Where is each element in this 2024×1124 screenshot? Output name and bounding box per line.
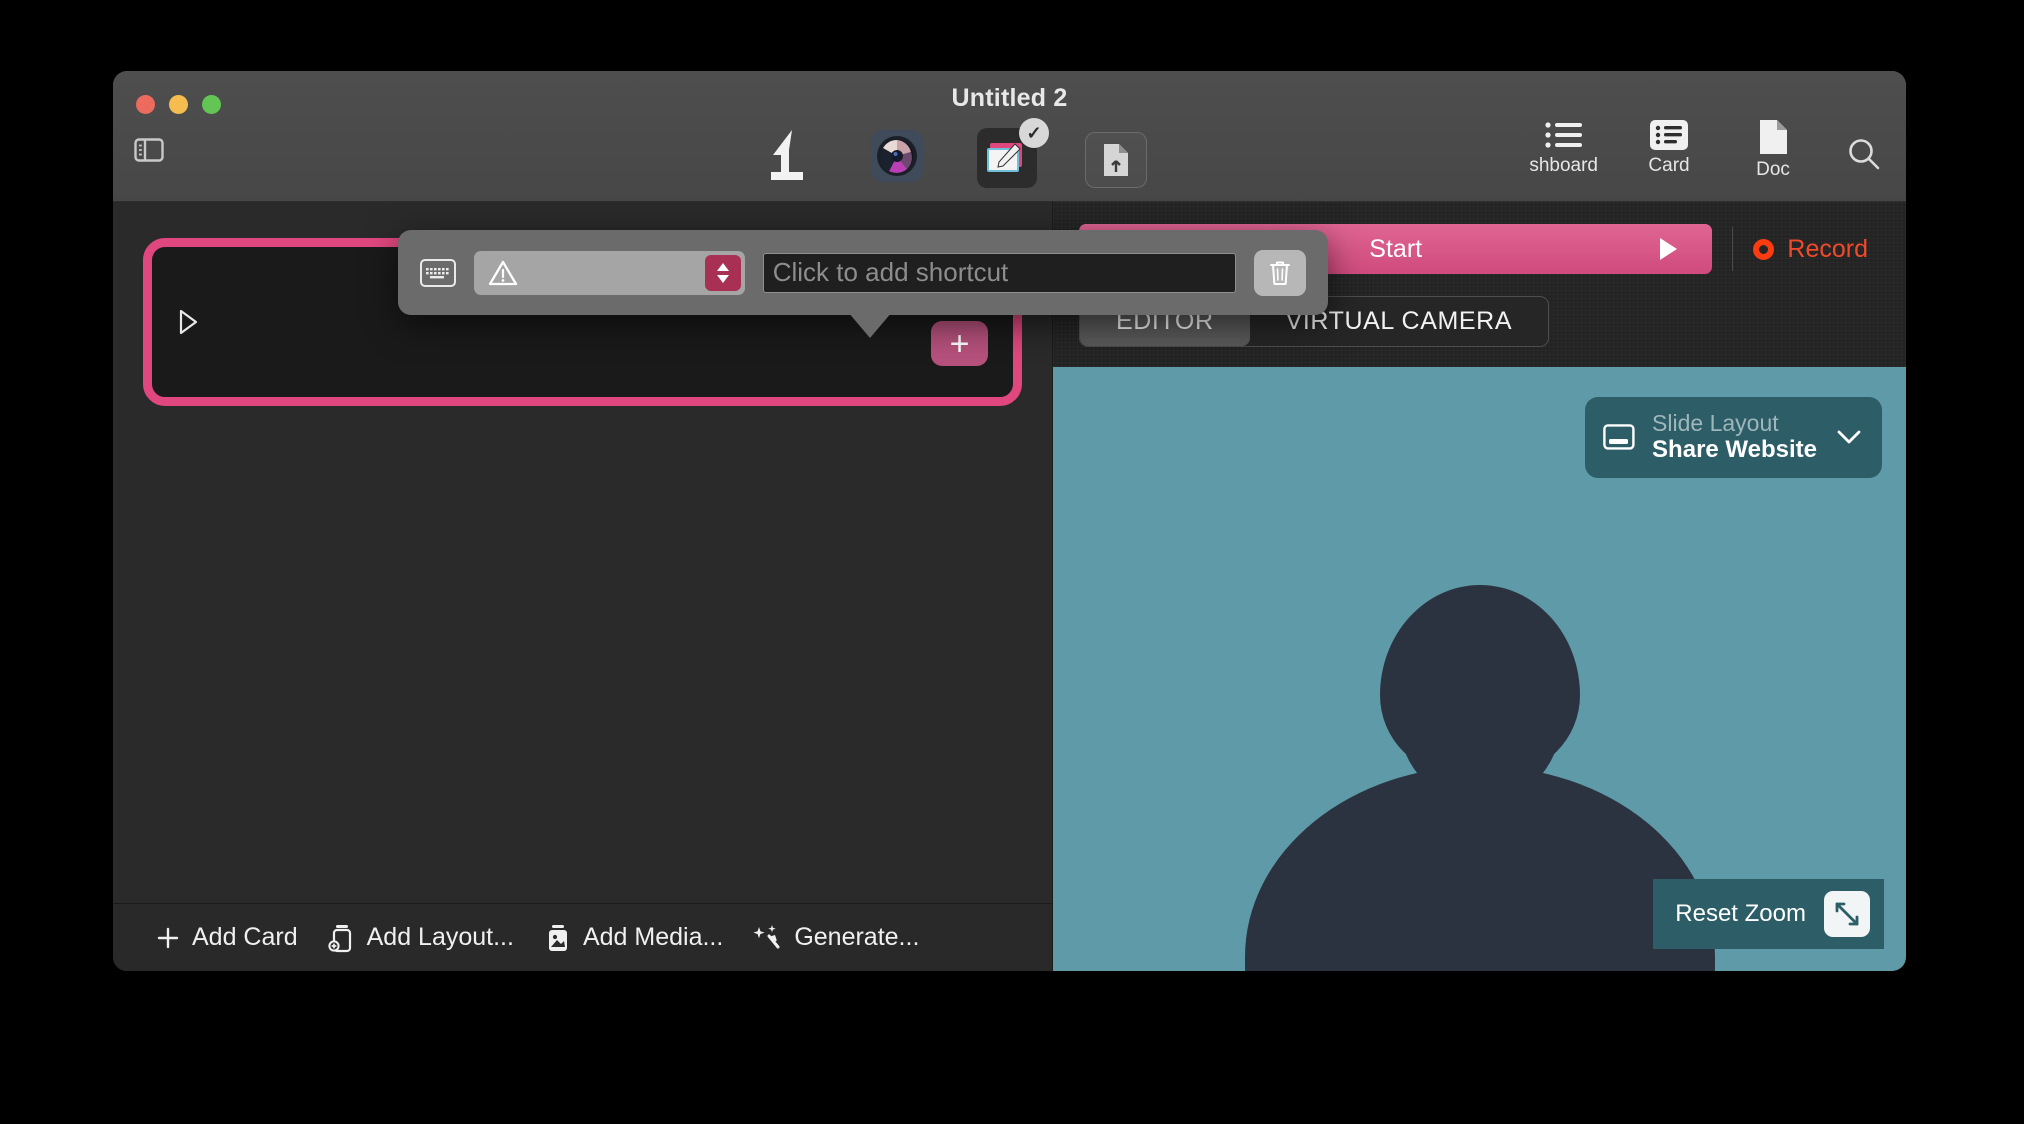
- record-label: Record: [1787, 235, 1868, 264]
- check-badge-icon: ✓: [1019, 118, 1049, 148]
- toolbar-item-camera-source[interactable]: [865, 124, 929, 188]
- delete-shortcut-button[interactable]: [1254, 250, 1306, 296]
- toolbar-middle-group: ✓: [753, 124, 1147, 188]
- silhouette-body: [1245, 766, 1715, 971]
- popover-tail: [848, 312, 892, 338]
- document-upload-icon: [1101, 142, 1131, 178]
- toolbar-item-export-tool[interactable]: [1085, 132, 1147, 188]
- toolbar-divider: [1732, 227, 1733, 271]
- card-list-icon: [1649, 119, 1689, 151]
- card-add-button[interactable]: +: [931, 321, 988, 366]
- document-icon: [1757, 119, 1789, 155]
- slide-layout-value: Share Website: [1652, 437, 1817, 464]
- angle-lamp-icon: [759, 128, 811, 184]
- record-dot-icon: [1753, 239, 1774, 260]
- toolbar-right-group: shboard Card: [1529, 119, 1884, 181]
- preview-pane: Start Record ED: [1053, 202, 1906, 971]
- stepper-up-down-icon[interactable]: [705, 255, 741, 291]
- trigger-select[interactable]: [474, 251, 745, 295]
- start-label: Start: [1369, 235, 1422, 264]
- app-window: Untitled 2: [113, 71, 1906, 971]
- media-image-icon: [544, 923, 572, 953]
- expand-arrows-icon[interactable]: [1824, 891, 1870, 937]
- title-bar: Untitled 2: [113, 71, 1906, 202]
- bulleted-list-icon: [1544, 119, 1584, 151]
- slide-layout-texts: Slide Layout Share Website: [1652, 411, 1817, 464]
- add-layout-button[interactable]: Add Layout...: [328, 923, 514, 953]
- toolbar-item-search[interactable]: [1844, 137, 1884, 171]
- camera-lens-icon: [871, 130, 923, 182]
- plus-icon: [155, 925, 181, 951]
- toolbar-label-doc: Doc: [1756, 159, 1790, 181]
- shortcut-popover: Click to add shortcut: [398, 230, 1328, 315]
- window-body: + Add Card: [113, 202, 1906, 971]
- keyboard-icon: [420, 259, 456, 287]
- add-media-button[interactable]: Add Media...: [544, 923, 723, 953]
- reset-zoom-control[interactable]: Reset Zoom: [1653, 879, 1884, 949]
- sidebar-icon: [134, 138, 164, 162]
- toolbar-item-dashboard[interactable]: shboard: [1529, 119, 1598, 177]
- toolbar-label-dashboard: shboard: [1529, 155, 1598, 177]
- add-card-button[interactable]: Add Card: [155, 923, 298, 952]
- slide-layout-label: Slide Layout: [1652, 411, 1817, 437]
- chevron-down-icon: [1834, 427, 1864, 447]
- warning-triangle-icon: [488, 259, 518, 287]
- sidebar-toggle-button[interactable]: [130, 134, 168, 166]
- add-layout-label: Add Layout...: [367, 923, 514, 952]
- toolbar-item-doc[interactable]: Doc: [1740, 119, 1806, 181]
- sparkles-icon: [753, 923, 783, 953]
- slide-layout-dropdown[interactable]: Slide Layout Share Website: [1585, 397, 1882, 478]
- editor-canvas-icon: [985, 139, 1029, 177]
- toolbar-item-card[interactable]: Card: [1636, 119, 1702, 177]
- play-arrow-icon: [1657, 236, 1679, 262]
- trash-icon: [1268, 259, 1292, 287]
- bottom-toolbar: Add Card Add Layout...: [113, 903, 1052, 971]
- add-media-label: Add Media...: [583, 923, 723, 952]
- cards-pane: + Add Card: [113, 202, 1053, 971]
- toolbar-label-card: Card: [1648, 155, 1689, 177]
- record-button[interactable]: Record: [1753, 235, 1880, 264]
- toolbar-item-editor-tool[interactable]: ✓: [977, 128, 1037, 188]
- window-title: Untitled 2: [113, 84, 1906, 113]
- add-card-label: Add Card: [192, 923, 298, 952]
- generate-button[interactable]: Generate...: [753, 923, 919, 953]
- slide-layout-icon: [1603, 424, 1635, 450]
- shortcut-input[interactable]: Click to add shortcut: [763, 253, 1236, 293]
- generate-label: Generate...: [794, 923, 919, 952]
- toolbar-item-angle-tool[interactable]: [753, 124, 817, 188]
- search-icon: [1847, 137, 1881, 171]
- play-triangle-icon[interactable]: [178, 308, 200, 336]
- slide-preview-canvas[interactable]: Slide Layout Share Website Reset Zoom: [1053, 367, 1906, 971]
- layout-icon: [328, 923, 356, 953]
- reset-zoom-label: Reset Zoom: [1675, 900, 1806, 928]
